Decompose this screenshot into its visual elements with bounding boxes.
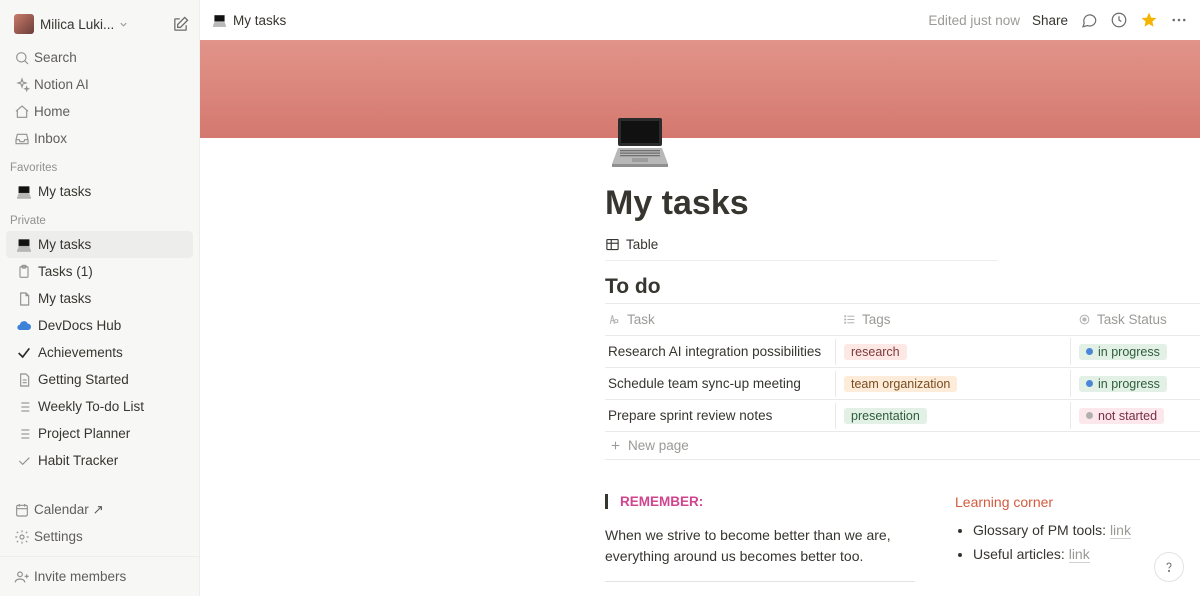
laptop-icon: [212, 13, 227, 28]
tag: research: [844, 344, 907, 360]
quote-text[interactable]: When we strive to become better than we …: [605, 525, 915, 567]
table-row[interactable]: Research AI integration possibilities res…: [605, 336, 1200, 368]
chevron-down-icon: [118, 19, 129, 30]
list-icon: [16, 426, 38, 442]
clock-icon[interactable]: [1110, 11, 1128, 29]
col-task-label[interactable]: Task: [627, 312, 655, 327]
new-page-label: New page: [628, 438, 689, 453]
check-icon: [16, 345, 38, 361]
status-badge: in progress: [1079, 344, 1167, 360]
page-icon: [16, 291, 38, 307]
nav-home[interactable]: Home: [0, 98, 199, 125]
cover-image[interactable]: [200, 40, 1200, 138]
status-cell[interactable]: not started: [1070, 402, 1200, 429]
task-cell[interactable]: Prepare sprint review notes: [605, 403, 835, 428]
status-cell[interactable]: in progress: [1070, 338, 1200, 365]
page-my-tasks[interactable]: My tasks: [6, 285, 193, 312]
doc-icon: [16, 372, 38, 388]
clipboard-icon: [16, 264, 38, 280]
share-button[interactable]: Share: [1032, 13, 1068, 28]
page-devdocs-hub[interactable]: DevDocs Hub: [6, 312, 193, 339]
more-icon[interactable]: [1170, 11, 1188, 29]
list-icon: [16, 399, 38, 415]
laptop-icon: [16, 184, 38, 200]
tags-cell[interactable]: team organization: [835, 371, 1070, 397]
page-my-tasks[interactable]: My tasks: [6, 231, 193, 258]
task-cell[interactable]: Research AI integration possibilities: [605, 339, 835, 364]
tags-cell[interactable]: presentation: [835, 403, 1070, 429]
tags-cell[interactable]: research: [835, 339, 1070, 365]
table-row[interactable]: Prepare sprint review notes presentation n…: [605, 400, 1200, 432]
sparkle-icon: [14, 77, 34, 93]
status-badge: not started: [1079, 408, 1164, 424]
table-row[interactable]: Schedule team sync-up meeting team organi…: [605, 368, 1200, 400]
star-icon[interactable]: [1140, 11, 1158, 29]
avatar: [14, 14, 34, 34]
person-add-icon: [14, 569, 34, 585]
page-weekly-to-do-list[interactable]: Weekly To-do List: [6, 393, 193, 420]
invite-members[interactable]: Invite members: [0, 563, 199, 590]
breadcrumb[interactable]: My tasks: [212, 13, 286, 28]
user-name: Milica Luki...: [40, 17, 114, 32]
remember-callout[interactable]: REMEMBER:: [605, 494, 915, 509]
status-cell[interactable]: in progress: [1070, 370, 1200, 397]
database-title[interactable]: To do: [605, 275, 1200, 299]
page-tasks-1-[interactable]: Tasks (1): [6, 258, 193, 285]
status-icon: [1078, 313, 1091, 326]
tag: presentation: [844, 408, 927, 424]
tick-icon: [16, 453, 38, 469]
new-page-row[interactable]: New page: [605, 432, 1200, 460]
breadcrumb-label: My tasks: [233, 13, 286, 28]
col-status-label[interactable]: Task Status: [1097, 312, 1167, 327]
page-getting-started[interactable]: Getting Started: [6, 366, 193, 393]
page-project-planner[interactable]: Project Planner: [6, 420, 193, 447]
help-button[interactable]: [1154, 552, 1184, 582]
compose-icon[interactable]: [172, 16, 189, 33]
main: My tasks Edited just now Share My tasks: [200, 0, 1200, 596]
text-icon: [608, 313, 621, 326]
workspace-switcher[interactable]: Milica Luki...: [0, 10, 199, 44]
private-label: Private: [0, 205, 199, 231]
list-item[interactable]: Glossary of PM tools: link: [973, 522, 1200, 538]
nav-calendar-[interactable]: Calendar ↗: [0, 496, 199, 523]
plus-icon: [609, 439, 622, 452]
favorites-label: Favorites: [0, 152, 199, 178]
view-tab-label: Table: [626, 237, 658, 252]
task-table: Task Tags Task Status Files Research AI …: [605, 303, 1200, 460]
gear-icon: [14, 529, 34, 545]
page-habit-tracker[interactable]: Habit Tracker: [6, 447, 193, 474]
inbox-icon: [14, 131, 34, 147]
page-icon[interactable]: [608, 114, 672, 168]
nav-inbox[interactable]: Inbox: [0, 125, 199, 152]
nav-settings[interactable]: Settings: [0, 523, 199, 550]
table-header: Task Tags Task Status Files: [605, 304, 1200, 336]
search-icon: [14, 50, 34, 66]
col-tags-label[interactable]: Tags: [862, 312, 891, 327]
home-icon: [14, 104, 34, 120]
tag: team organization: [844, 376, 957, 392]
cloud-icon: [16, 318, 38, 334]
page-my-tasks[interactable]: My tasks: [6, 178, 193, 205]
invite-label: Invite members: [34, 569, 126, 584]
edited-time: Edited just now: [928, 13, 1020, 28]
view-tab-table[interactable]: Table: [605, 237, 1200, 260]
calendar-icon: [14, 502, 34, 518]
learning-heading[interactable]: Learning corner: [955, 494, 1200, 510]
topbar: My tasks Edited just now Share: [200, 0, 1200, 40]
status-badge: in progress: [1079, 376, 1167, 392]
page-achievements[interactable]: Achievements: [6, 339, 193, 366]
nav-search[interactable]: Search: [0, 44, 199, 71]
page-title[interactable]: My tasks: [605, 184, 1200, 223]
table-icon: [605, 237, 620, 252]
sidebar: Milica Luki... SearchNotion AIHomeInbox …: [0, 0, 200, 596]
laptop-icon: [16, 237, 38, 253]
nav-notion-ai[interactable]: Notion AI: [0, 71, 199, 98]
comments-icon[interactable]: [1080, 11, 1098, 29]
task-cell[interactable]: Schedule team sync-up meeting: [605, 371, 835, 396]
list-icon: [843, 313, 856, 326]
